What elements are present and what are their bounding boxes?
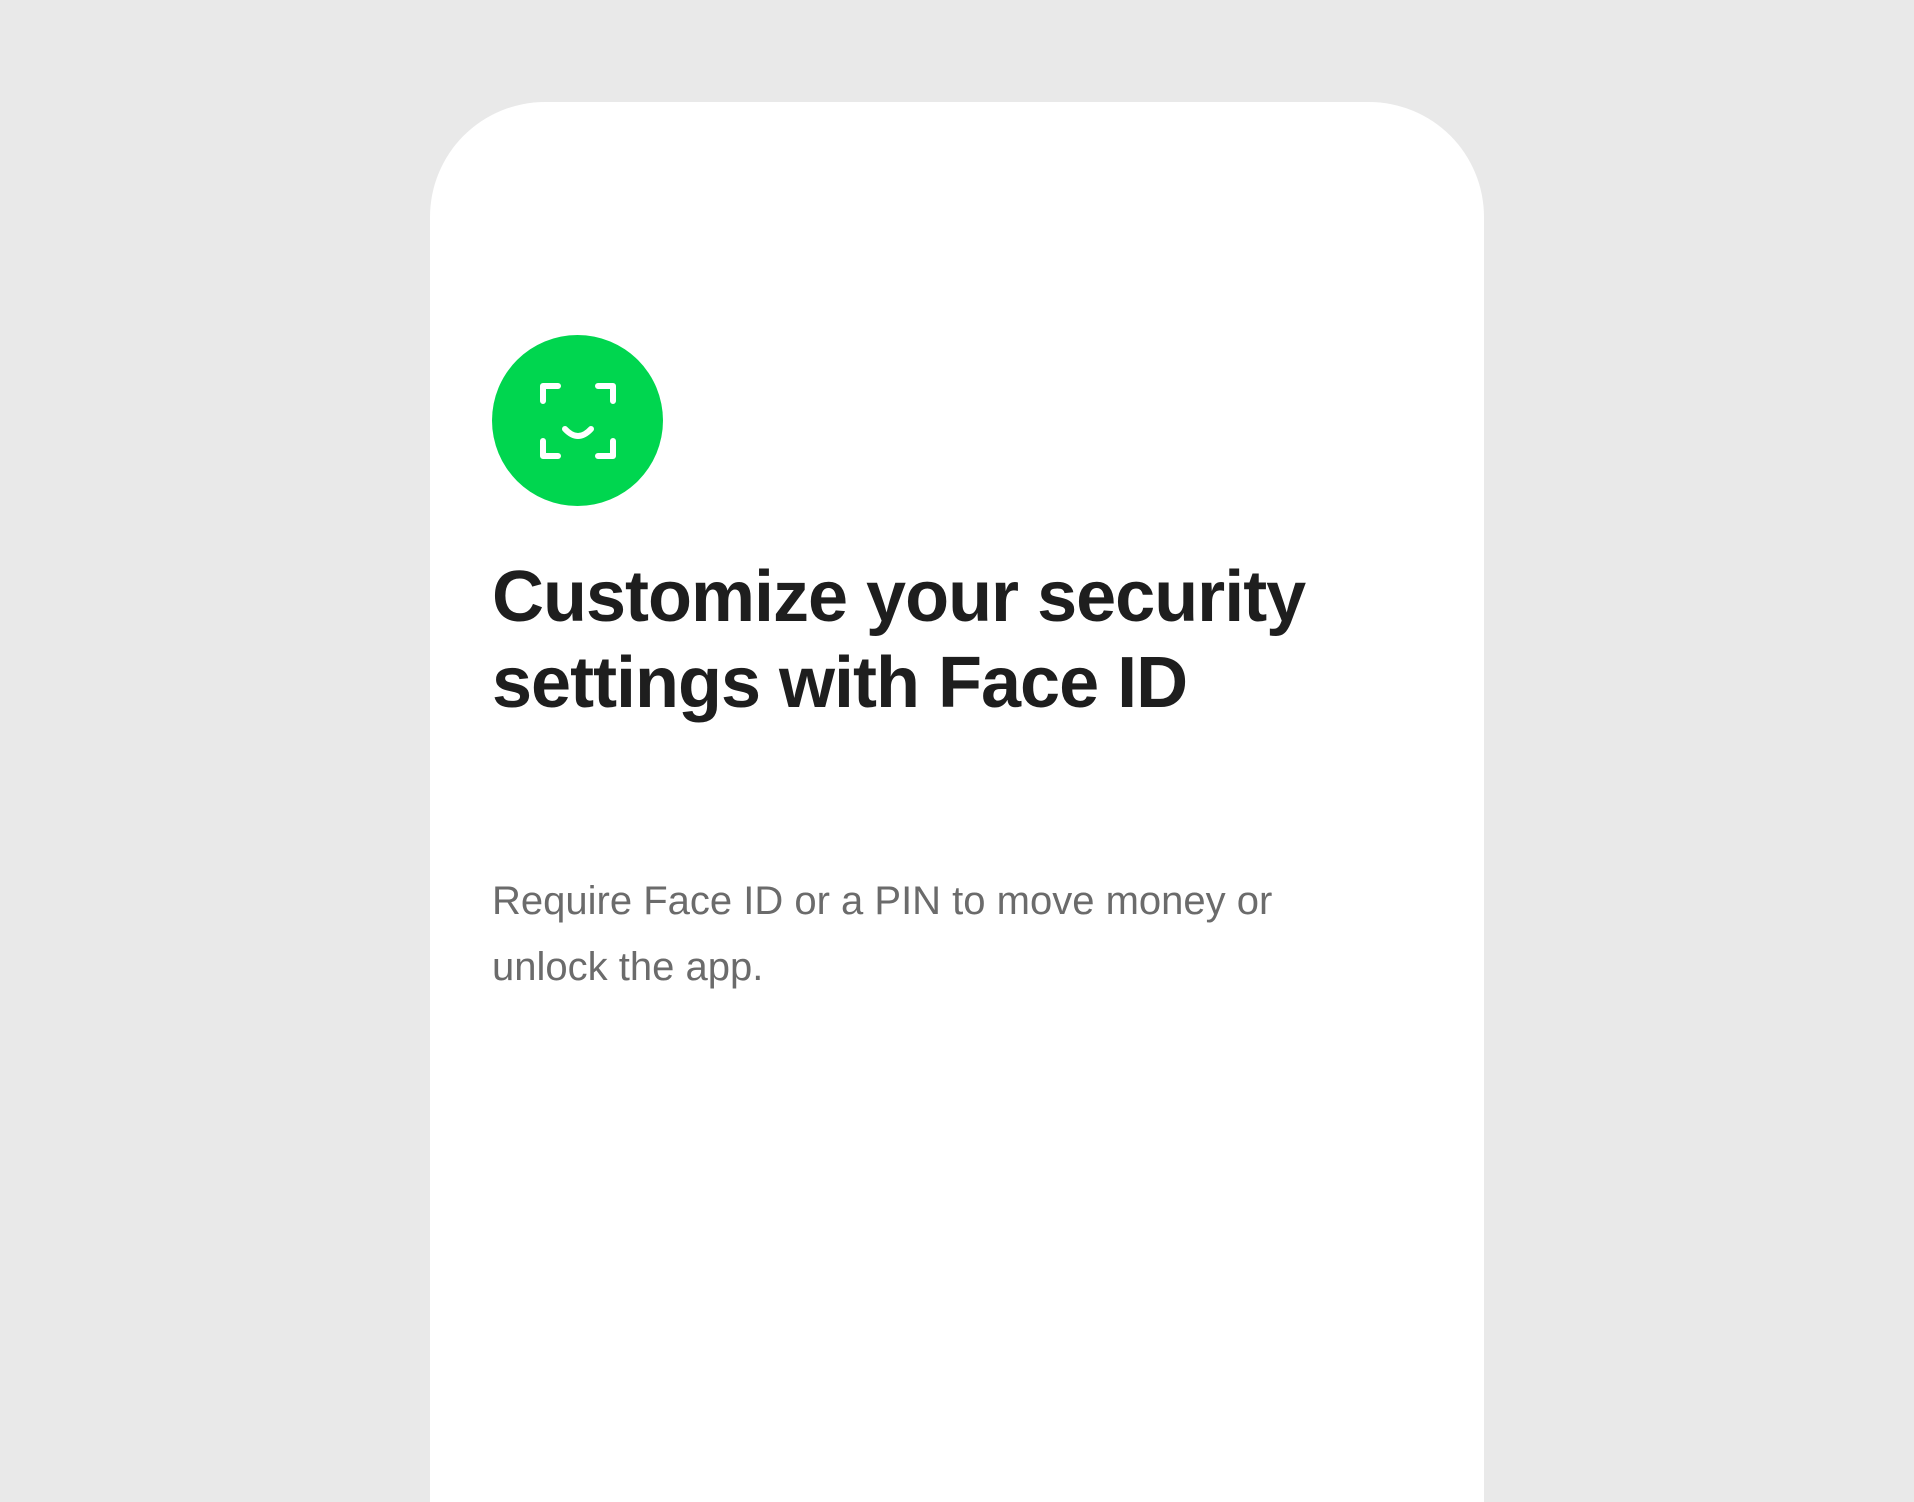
face-id-icon <box>492 335 663 506</box>
page-description: Require Face ID or a PIN to move money o… <box>492 879 1273 989</box>
phone-screen-card: Customize your security settings with Fa… <box>430 102 1484 1502</box>
page-title: Customize your security settings with Fa… <box>492 557 1306 723</box>
